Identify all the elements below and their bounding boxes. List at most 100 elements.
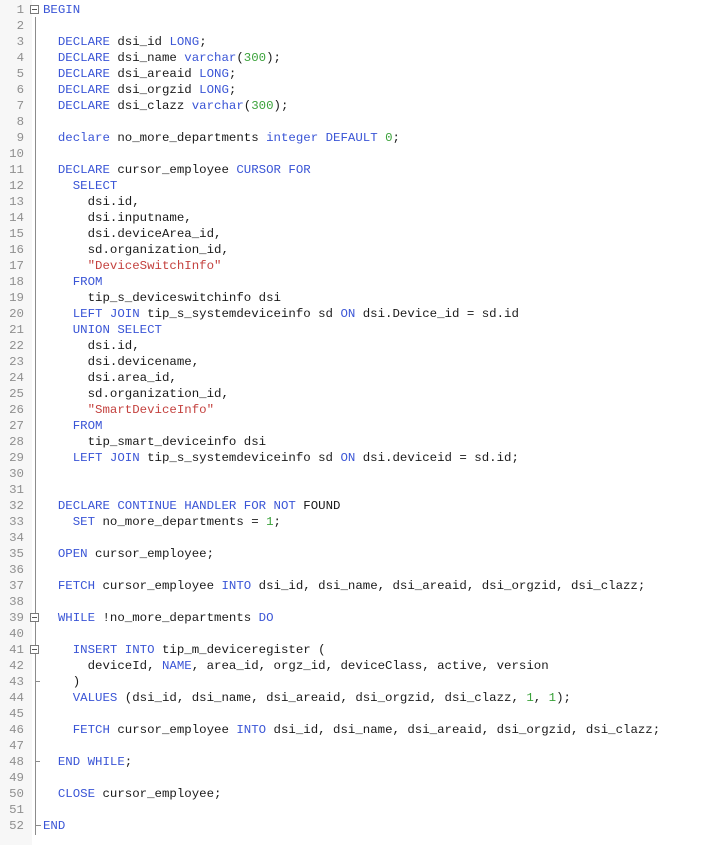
code-text: ; [273, 515, 281, 529]
code-line[interactable]: 19 tip_s_deviceswitchinfo dsi [0, 290, 724, 306]
code-line[interactable]: 49 [0, 770, 724, 786]
keyword-token: INSERT INTO [72, 643, 155, 657]
code-line[interactable]: 29 LEFT JOIN tip_s_systemdeviceinfo sd O… [0, 450, 724, 466]
code-line[interactable]: 10 [0, 146, 724, 162]
keyword-token: NAME [161, 659, 192, 673]
code-line[interactable]: 28 tip_smart_deviceinfo dsi [0, 434, 724, 450]
fold-collapse-icon[interactable] [30, 613, 39, 622]
code-text: , area_id, orgz_id, deviceClass, active,… [191, 659, 549, 673]
code-line[interactable]: 24 dsi.area_id, [0, 370, 724, 386]
code-line[interactable]: 22 dsi.id, [0, 338, 724, 354]
code-line[interactable]: 4 DECLARE dsi_name varchar(300); [0, 50, 724, 66]
code-content: DECLARE dsi_id LONG; [43, 34, 207, 50]
code-line[interactable]: 23 dsi.devicename, [0, 354, 724, 370]
line-number: 46 [9, 723, 24, 737]
code-line[interactable]: 52 END [0, 818, 724, 834]
code-line[interactable]: 32 DECLARE CONTINUE HANDLER FOR NOT FOUN… [0, 498, 724, 514]
code-line[interactable]: 48 END WHILE; [0, 754, 724, 770]
keyword-token: LONG [199, 67, 229, 81]
code-line[interactable]: 11 DECLARE cursor_employee CURSOR FOR [0, 162, 724, 178]
code-line[interactable]: 13 dsi.id, [0, 194, 724, 210]
code-line[interactable]: 46 FETCH cursor_employee INTO dsi_id, ds… [0, 722, 724, 738]
code-line[interactable]: 14 dsi.inputname, [0, 210, 724, 226]
code-content: LEFT JOIN tip_s_systemdeviceinfo sd ON d… [43, 450, 519, 466]
code-content: CLOSE cursor_employee; [43, 786, 222, 802]
code-line[interactable]: 30 [0, 466, 724, 482]
code-content: FROM [43, 274, 103, 290]
code-text: cursor_employee [109, 723, 237, 737]
code-line[interactable]: 12 SELECT [0, 178, 724, 194]
code-line[interactable]: 18 FROM [0, 274, 724, 290]
code-line[interactable]: 2 [0, 18, 724, 34]
string-literal: "DeviceSwitchInfo" [87, 259, 222, 273]
fold-end-marker-icon [35, 761, 40, 762]
line-number: 10 [9, 147, 24, 161]
code-line[interactable]: 16 sd.organization_id, [0, 242, 724, 258]
code-text: tip_s_systemdeviceinfo sd [139, 307, 341, 321]
line-number: 2 [16, 19, 24, 33]
keyword-token: INTO [221, 579, 252, 593]
keyword-token: integer [266, 131, 319, 145]
code-line[interactable]: 34 [0, 530, 724, 546]
code-text: tip_s_deviceswitchinfo dsi [43, 291, 281, 305]
code-content: tip_s_deviceswitchinfo dsi [43, 290, 281, 306]
code-line[interactable]: 26 "SmartDeviceInfo" [0, 402, 724, 418]
code-content: "SmartDeviceInfo" [43, 402, 214, 418]
code-content: DECLARE dsi_name varchar(300); [43, 50, 281, 66]
code-line[interactable]: 51 [0, 802, 724, 818]
code-line[interactable]: 17 "DeviceSwitchInfo" [0, 258, 724, 274]
code-text: ; [392, 131, 400, 145]
line-number: 11 [9, 163, 24, 177]
code-line[interactable]: 9 declare no_more_departments integer DE… [0, 130, 724, 146]
code-line[interactable]: 47 [0, 738, 724, 754]
code-line[interactable]: 5 DECLARE dsi_areaid LONG; [0, 66, 724, 82]
code-line[interactable]: 33 SET no_more_departments = 1; [0, 514, 724, 530]
code-line[interactable]: 35 OPEN cursor_employee; [0, 546, 724, 562]
code-line[interactable]: 42 deviceId, NAME, area_id, orgz_id, dev… [0, 658, 724, 674]
code-line[interactable]: 44 VALUES (dsi_id, dsi_name, dsi_areaid,… [0, 690, 724, 706]
code-line[interactable]: 8 [0, 114, 724, 130]
code-line[interactable]: 45 [0, 706, 724, 722]
code-line[interactable]: 37 FETCH cursor_employee INTO dsi_id, ds… [0, 578, 724, 594]
code-text: cursor_employee [109, 163, 237, 177]
code-line[interactable]: 41 INSERT INTO tip_m_deviceregister ( [0, 642, 724, 658]
code-line[interactable]: 31 [0, 482, 724, 498]
fold-collapse-icon[interactable] [30, 5, 39, 14]
code-line[interactable]: 25 sd.organization_id, [0, 386, 724, 402]
code-content: "DeviceSwitchInfo" [43, 258, 222, 274]
code-line[interactable]: 50 CLOSE cursor_employee; [0, 786, 724, 802]
keyword-token: DECLARE [57, 35, 110, 49]
code-line[interactable]: 43 ) [0, 674, 724, 690]
code-line[interactable]: 6 DECLARE dsi_orgzid LONG; [0, 82, 724, 98]
code-line[interactable]: 1 BEGIN [0, 2, 724, 18]
code-text: cursor_employee; [87, 547, 215, 561]
code-line[interactable]: 39 WHILE !no_more_departments DO [0, 610, 724, 626]
code-text: dsi_id, dsi_name, dsi_areaid, dsi_orgzid… [251, 579, 646, 593]
code-line[interactable]: 38 [0, 594, 724, 610]
code-text: no_more_departments = [95, 515, 267, 529]
code-line[interactable]: 3 DECLARE dsi_id LONG; [0, 34, 724, 50]
code-text: ; [228, 67, 237, 81]
fold-end-marker-icon [35, 681, 40, 682]
code-line[interactable]: 40 [0, 626, 724, 642]
code-editor[interactable]: 1 BEGIN 2 3 DECLARE dsi_id LONG; 4 DECLARE d… [0, 2, 724, 835]
code-text: dsi_id [109, 35, 170, 49]
line-number: 38 [9, 595, 24, 609]
fold-collapse-icon[interactable] [30, 645, 39, 654]
keyword-token: DECLARE [57, 163, 110, 177]
code-text: cursor_employee; [95, 787, 222, 801]
code-line[interactable]: 36 [0, 562, 724, 578]
code-line[interactable]: 20 LEFT JOIN tip_s_systemdeviceinfo sd O… [0, 306, 724, 322]
code-line[interactable]: 7 DECLARE dsi_clazz varchar(300); [0, 98, 724, 114]
line-number: 39 [9, 611, 24, 625]
code-line[interactable]: 15 dsi.deviceArea_id, [0, 226, 724, 242]
code-line[interactable]: 27 FROM [0, 418, 724, 434]
code-content: DECLARE dsi_clazz varchar(300); [43, 98, 289, 114]
code-line[interactable]: 21 UNION SELECT [0, 322, 724, 338]
code-text: dsi.area_id, [43, 371, 177, 385]
